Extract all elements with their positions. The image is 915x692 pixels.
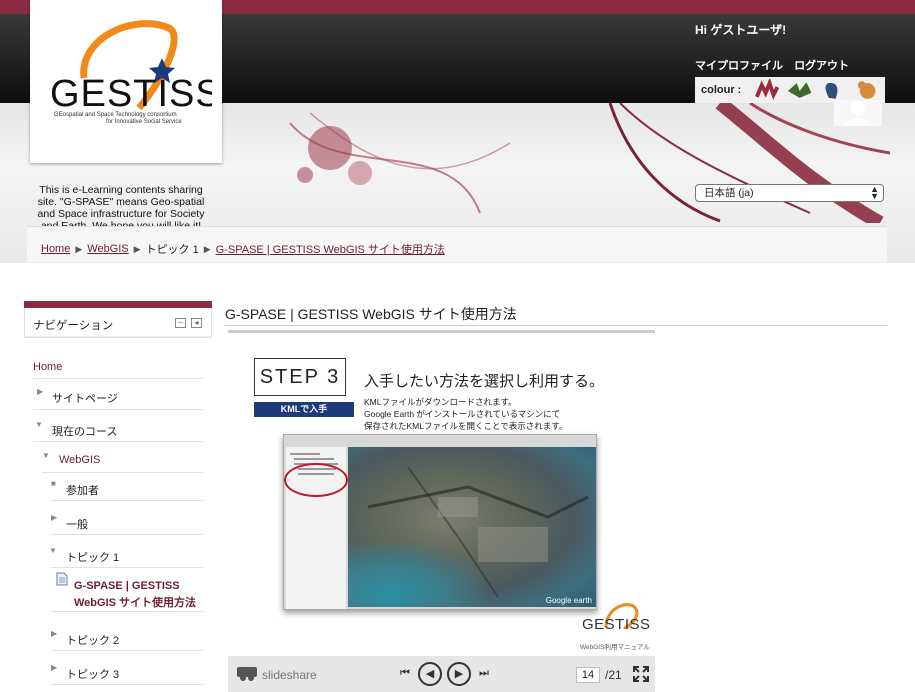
nav-topic-1[interactable]: トピック 1 <box>66 549 119 565</box>
slide-viewer[interactable]: STEP 3 KMLで入手 入手したい方法を選択し利用する。 KMLファイルがダ… <box>228 344 655 654</box>
google-earth-screenshot: Google earth <box>283 434 597 610</box>
last-slide-icon[interactable]: ⏭ <box>479 667 489 680</box>
user-links: マイプロファイル ログアウト <box>695 57 857 73</box>
select-arrows-icon: ▲ ▼ <box>870 184 879 201</box>
expand-icon[interactable]: ▶ <box>51 629 57 638</box>
nav-webgis[interactable]: WebGIS <box>59 454 100 466</box>
svg-text:GESTISS: GESTISS <box>50 73 212 115</box>
colour-label: colour : <box>701 84 742 96</box>
expand-icon[interactable]: ▶ <box>51 513 57 522</box>
collapse-tri-icon[interactable]: ▼ <box>35 420 43 429</box>
divider <box>51 534 203 535</box>
expand-icon[interactable]: ▶ <box>51 663 57 672</box>
slide-desc-line: KMLファイルがダウンロードされます。 <box>364 397 517 407</box>
slide-total-pages: /21 <box>605 668 622 682</box>
nav-topic-3[interactable]: トピック 3 <box>66 666 119 682</box>
slide-desc-line: Google Earth がインストールされているマシンにて <box>364 409 561 419</box>
slideshare-logo: slideshare <box>236 666 317 684</box>
svg-text:GEospatial and Space Technolog: GEospatial and Space Technology consorti… <box>54 112 177 118</box>
bullet-icon: ■ <box>51 479 56 488</box>
gestiss-logo-icon: GESTISS GEospatial and Space Technology … <box>50 20 212 125</box>
next-slide-button[interactable]: ▶ <box>447 662 471 686</box>
slide-desc-line: 保存されたKMLファイルを開くことで表示されます。 <box>364 421 568 431</box>
divider <box>51 611 203 612</box>
divider <box>33 378 203 379</box>
avatar <box>834 100 882 126</box>
language-select[interactable]: 日本語 (ja) ▲ ▼ <box>695 184 884 202</box>
divider <box>42 472 203 473</box>
divider <box>225 325 887 326</box>
slide-heading: 入手したい方法を選択し利用する。 <box>364 373 605 390</box>
breadcrumb-separator-icon: ▶ <box>203 243 211 254</box>
slide-kml-tag: KMLで入手 <box>254 402 354 417</box>
breadcrumb-webgis[interactable]: WebGIS <box>87 243 128 255</box>
breadcrumb-topic: トピック 1 <box>145 244 199 256</box>
colour-swatch-green[interactable] <box>785 79 814 101</box>
site-tagline: This is e-Learning contents sharing site… <box>37 184 205 232</box>
dock-icon[interactable]: ◂ <box>191 318 202 328</box>
user-greeting: Hi ゲストユーザ! <box>695 23 787 37</box>
my-profile-link[interactable]: マイプロファイル <box>695 60 783 72</box>
nav-resource-line2[interactable]: WebGIS サイト使用方法 <box>74 594 196 610</box>
expand-icon[interactable]: ▶ <box>37 387 43 396</box>
divider <box>51 650 203 651</box>
slide-logo: GESTISS <box>582 616 651 633</box>
colour-swatch-blue[interactable] <box>818 79 847 101</box>
page-icon <box>56 572 68 586</box>
fullscreen-icon[interactable] <box>633 666 649 682</box>
breadcrumb-home[interactable]: Home <box>41 243 70 255</box>
breadcrumb-bar: Home ▶ WebGIS ▶ トピック 1 ▶ G-SPASE | GESTI… <box>27 226 887 262</box>
collapse-tri-icon[interactable]: ▼ <box>42 451 50 460</box>
divider <box>51 567 203 568</box>
nav-participants[interactable]: 参加者 <box>66 482 99 498</box>
colour-swatch-red[interactable] <box>752 79 781 101</box>
nav-topic-2[interactable]: トピック 2 <box>66 632 119 648</box>
slide-page-input[interactable]: 14 <box>576 667 600 683</box>
google-earth-watermark: Google earth <box>545 596 592 605</box>
site-logo[interactable]: GESTISS GEospatial and Space Technology … <box>30 0 222 163</box>
divider <box>228 330 655 333</box>
breadcrumb-separator-icon: ▶ <box>75 243 83 254</box>
collapse-tri-icon[interactable]: ▼ <box>49 546 57 555</box>
breadcrumb: Home ▶ WebGIS ▶ トピック 1 ▶ G-SPASE | GESTI… <box>41 241 445 257</box>
slideshare-controls: slideshare ⏮ ◀ ▶ ⏭ 14 /21 <box>228 656 655 692</box>
divider <box>51 684 203 685</box>
language-select-value: 日本語 (ja) <box>704 187 754 199</box>
divider <box>33 409 203 410</box>
navigation-title: ナビゲーション <box>33 320 114 332</box>
slideshare-brand: slideshare <box>262 668 317 682</box>
divider <box>33 441 203 442</box>
colour-swatch-orange[interactable] <box>852 79 881 101</box>
navigation-block: ナビゲーション – ◂ Home ▶ サイトページ ▼ 現在のコース ▼ Web… <box>24 301 212 692</box>
breadcrumb-current[interactable]: G-SPASE | GESTISS WebGIS サイト使用方法 <box>216 241 445 257</box>
slide-step-label: STEP 3 <box>254 358 346 396</box>
nav-general[interactable]: 一般 <box>66 516 88 532</box>
nav-home[interactable]: Home <box>33 361 62 373</box>
banner-swirl-graphic <box>289 103 890 223</box>
collapse-icon[interactable]: – <box>175 318 186 328</box>
previous-slide-button[interactable]: ◀ <box>418 662 442 686</box>
highlight-circle <box>284 463 348 497</box>
nav-current-course[interactable]: 現在のコース <box>52 423 117 439</box>
first-slide-icon[interactable]: ⏮ <box>400 667 410 680</box>
navigation-header: ナビゲーション – ◂ <box>24 308 212 338</box>
slide-footer: WebGIS利用マニュアル <box>580 644 650 651</box>
nav-resource-line1[interactable]: G-SPASE | GESTISS <box>74 580 180 592</box>
navigation-accent <box>24 301 212 308</box>
divider <box>51 500 203 501</box>
slideshare-icon <box>237 667 257 681</box>
page-title: G-SPASE | GESTISS WebGIS サイト使用方法 <box>225 306 517 322</box>
aerial-map-image: Google earth <box>348 447 596 607</box>
slide-description: KMLファイルがダウンロードされます。 Google Earth がインストール… <box>364 396 567 432</box>
breadcrumb-separator-icon: ▶ <box>133 243 141 254</box>
logout-link[interactable]: ログアウト <box>794 60 849 72</box>
nav-site-pages[interactable]: サイトページ <box>52 390 118 406</box>
svg-text:for Innovative Social Service: for Innovative Social Service <box>106 119 182 125</box>
